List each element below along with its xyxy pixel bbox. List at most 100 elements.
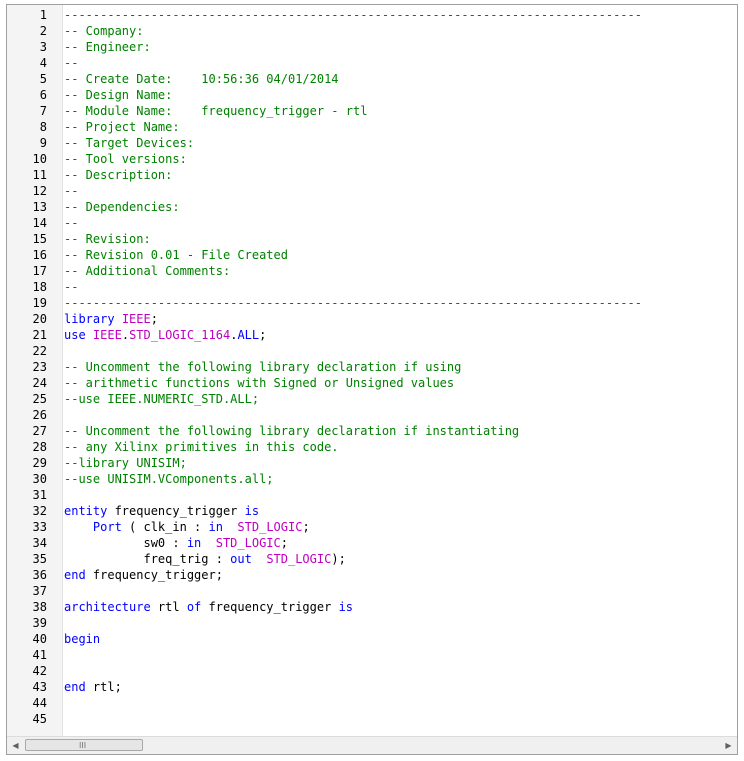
code-line: 16 -- Revision 0.01 - File Created [7, 247, 737, 263]
line-text: -- Project Name: [64, 119, 180, 135]
code-line: 34 sw0 : in STD_LOGIC; [7, 535, 737, 551]
line-text: -- [64, 183, 78, 199]
code-line: 11 -- Description: [7, 167, 737, 183]
code-token: frequency_trigger [107, 504, 245, 518]
line-number: 36 [32, 568, 47, 582]
code-token: -- Create Date: 10:56:36 04/01/2014 [64, 72, 339, 86]
scrollbar-thumb[interactable]: III [25, 739, 143, 751]
line-text: ----------------------------------------… [64, 295, 642, 311]
code-token: -- Dependencies: [64, 200, 180, 214]
line-text: freq_trig : out STD_LOGIC); [64, 551, 346, 567]
code-line: 8 -- Project Name: [7, 119, 737, 135]
line-number: 29 [32, 456, 47, 470]
code-line: 31 [7, 487, 737, 503]
line-text: -- arithmetic functions with Signed or U… [64, 375, 454, 391]
line-text: -- Company: [64, 23, 143, 39]
code-token: STD_LOGIC [237, 520, 303, 534]
code-token: entity [64, 504, 108, 518]
code-line: 1 ---------------------------------------… [7, 7, 737, 23]
line-text: ----------------------------------------… [64, 7, 642, 23]
line-text: use IEEE.STD_LOGIC_1164.ALL; [64, 327, 266, 343]
code-token: STD_LOGIC [266, 552, 332, 566]
code-editor[interactable]: 1 ---------------------------------------… [6, 4, 738, 755]
code-token: -- Project Name: [64, 120, 180, 134]
line-number: 24 [32, 376, 47, 390]
line-number: 26 [32, 408, 47, 422]
line-text: -- [64, 55, 78, 71]
code-token: STD_LOGIC [215, 536, 281, 550]
code-token: STD_LOGIC_1164 [129, 328, 231, 342]
code-line: 32 entity frequency_trigger is [7, 503, 737, 519]
code-line: 41 [7, 647, 737, 663]
code-token: -- Revision: [64, 232, 151, 246]
line-number: 14 [32, 216, 47, 230]
line-text: sw0 : in STD_LOGIC; [64, 535, 288, 551]
code-area[interactable]: 1 ---------------------------------------… [7, 7, 737, 736]
line-number: 28 [32, 440, 47, 454]
line-text: -- Dependencies: [64, 199, 180, 215]
line-text: -- any Xilinx primitives in this code. [64, 439, 339, 455]
code-token: ALL [237, 328, 260, 342]
code-token: out [230, 552, 252, 566]
line-number: 15 [32, 232, 47, 246]
code-token: in [208, 520, 223, 534]
code-token: --use UNISIM.VComponents.all; [64, 472, 274, 486]
line-number: 32 [32, 504, 47, 518]
horizontal-scrollbar[interactable]: ◀ III ▶ [7, 736, 737, 754]
scroll-left-icon[interactable]: ◀ [7, 737, 24, 754]
code-token: -- [64, 56, 79, 70]
code-token: begin [64, 632, 101, 646]
code-line: 27 -- Uncomment the following library dec… [7, 423, 737, 439]
code-token: ----------------------------------------… [64, 296, 642, 310]
code-token: -- Uncomment the following library decla… [64, 360, 462, 374]
code-token: -- Module Name: frequency_trigger - rtl [64, 104, 368, 118]
code-token: end [64, 680, 86, 694]
code-line: 23 -- Uncomment the following library dec… [7, 359, 737, 375]
line-number: 43 [32, 680, 47, 694]
line-text: -- Module Name: frequency_trigger - rtl [64, 103, 367, 119]
line-number: 1 [39, 8, 47, 22]
line-number: 31 [32, 488, 47, 502]
code-token: architecture [64, 600, 151, 614]
code-line: 3 -- Engineer: [7, 39, 737, 55]
code-token: ; [259, 328, 267, 342]
line-number: 34 [32, 536, 47, 550]
scroll-right-icon[interactable]: ▶ [720, 737, 737, 754]
line-number: 9 [39, 136, 47, 150]
code-token: rtl [150, 600, 187, 614]
line-number: 40 [32, 632, 47, 646]
code-line: 36 end frequency_trigger; [7, 567, 737, 583]
code-token: sw0 : [64, 536, 187, 550]
code-token: -- Additional Comments: [64, 264, 231, 278]
line-number: 3 [39, 40, 47, 54]
line-number: 45 [32, 712, 47, 726]
code-token: rtl; [85, 680, 122, 694]
code-line: 45 [7, 711, 737, 727]
line-text: Port ( clk_in : in STD_LOGIC; [64, 519, 310, 535]
line-number: 21 [32, 328, 47, 342]
code-token: ; [280, 536, 288, 550]
code-line: 33 Port ( clk_in : in STD_LOGIC; [7, 519, 737, 535]
code-token: . [121, 328, 130, 342]
code-token: --library UNISIM; [64, 456, 187, 470]
line-text: end rtl; [64, 679, 122, 695]
line-number: 12 [32, 184, 47, 198]
code-token: ); [331, 552, 346, 566]
line-text: -- Engineer: [64, 39, 151, 55]
code-token: frequency_trigger; [85, 568, 223, 582]
code-token: -- Tool versions: [64, 152, 187, 166]
code-token: ----------------------------------------… [64, 8, 642, 22]
code-token: is [338, 600, 354, 614]
line-text: architecture rtl of frequency_trigger is [64, 599, 353, 615]
code-line: 29 --library UNISIM; [7, 455, 737, 471]
code-line: 24 -- arithmetic functions with Signed or… [7, 375, 737, 391]
line-text: -- [64, 279, 78, 295]
line-text: -- [64, 215, 78, 231]
line-text: entity frequency_trigger is [64, 503, 259, 519]
code-token: is [244, 504, 260, 518]
code-token: -- Uncomment the following library decla… [64, 424, 520, 438]
line-text: -- Target Devices: [64, 135, 194, 151]
line-number: 30 [32, 472, 47, 486]
